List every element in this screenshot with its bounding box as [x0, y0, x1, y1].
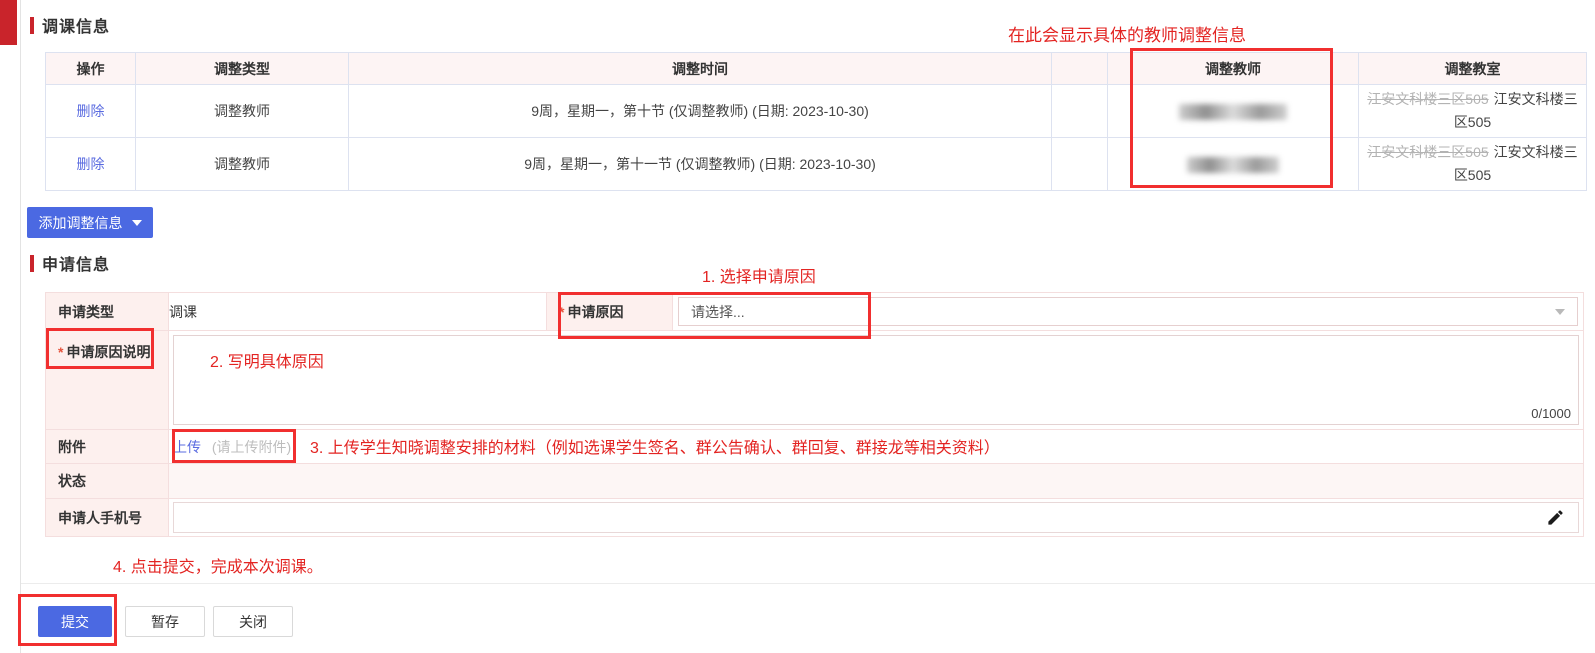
delete-link[interactable]: 删除 — [77, 156, 105, 172]
form-row-type-reason: 申请类型 调课 *申请原因 请选择... — [46, 293, 1584, 331]
form-row-phone: 申请人手机号 — [46, 499, 1584, 537]
attachment-label: 附件 — [46, 430, 169, 464]
apply-type-label: 申请类型 — [46, 293, 169, 331]
cell-adjust-type: 调整教师 — [136, 138, 349, 191]
adjustment-table: 操作 调整类型 调整时间 调整教师 调整教室 删除 调整教师 9周，星期一，第十… — [45, 52, 1587, 191]
phone-input[interactable] — [173, 502, 1579, 533]
section-marker-icon — [30, 17, 34, 34]
delete-link[interactable]: 删除 — [77, 103, 105, 119]
chevron-down-icon — [132, 220, 142, 226]
apply-type-value: 调课 — [169, 293, 547, 331]
table-row: 删除 调整教师 9周，星期一，第十一节 (仅调整教师) (日期: 2023-10… — [46, 138, 1587, 191]
annotation-step2: 2. 写明具体原因 — [210, 348, 324, 372]
cell-adjust-time: 9周，星期一，第十节 (仅调整教师) (日期: 2023-10-30) — [349, 85, 1052, 138]
table-header-row: 操作 调整类型 调整时间 调整教师 调整教室 — [46, 53, 1587, 85]
desc-textarea-cell: 0/1000 — [169, 331, 1584, 430]
select-arrow-icon — [1555, 309, 1565, 315]
upload-hint: (请上传附件) — [212, 439, 291, 455]
left-red-tab — [0, 0, 17, 45]
col-header-adjust-room: 调整教室 — [1359, 53, 1587, 85]
reason-label-cell: *申请原因 — [547, 293, 673, 331]
cell-adjust-teacher — [1108, 138, 1359, 191]
section-title-apply: 申请信息 — [42, 251, 110, 275]
annotation-teacher-info: 在此会显示具体的教师调整信息 — [1008, 21, 1246, 46]
annotation-step3: 3. 上传学生知晓调整安排的材料（例如选课学生签名、群公告确认、群回复、群接龙等… — [310, 434, 1000, 458]
cell-adjust-time: 9周，星期一，第十一节 (仅调整教师) (日期: 2023-10-30) — [349, 138, 1052, 191]
footer-divider — [21, 583, 1595, 584]
section-title-course: 调课信息 — [42, 13, 110, 37]
desc-label-cell: *申请原因说明 — [46, 331, 169, 430]
section-marker-icon — [30, 255, 34, 272]
cell-adjust-type: 调整教师 — [136, 85, 349, 138]
phone-label: 申请人手机号 — [46, 499, 169, 537]
char-counter: 0/1000 — [1531, 406, 1571, 421]
cell-adjust-teacher — [1108, 85, 1359, 138]
add-adjustment-label: 添加调整信息 — [39, 213, 123, 233]
col-header-adjust-teacher: 调整教师 — [1108, 53, 1359, 85]
edit-pencil-icon[interactable] — [1546, 508, 1565, 530]
cell-adjust-room: 江安文科楼三区505江安文科楼三区505 — [1359, 138, 1587, 191]
reason-select-placeholder: 请选择... — [691, 302, 745, 322]
annotation-step1: 1. 选择申请原因 — [702, 263, 816, 287]
cell-action: 删除 — [46, 85, 136, 138]
reason-select-cell: 请选择... — [673, 293, 1584, 331]
cell-action: 删除 — [46, 138, 136, 191]
upload-link[interactable]: 上传 — [173, 439, 201, 455]
cell-empty — [1052, 85, 1108, 138]
col-header-adjust-type: 调整类型 — [136, 53, 349, 85]
desc-label: 申请原因说明 — [66, 344, 150, 360]
status-label: 状态 — [46, 464, 169, 499]
required-mark: * — [58, 344, 63, 360]
panel-left-border — [20, 0, 21, 653]
redacted-teacher-name — [1179, 104, 1287, 120]
room-old-strikethrough: 江安文科楼三区505 — [1367, 91, 1488, 107]
status-value-cell — [169, 464, 1584, 499]
table-row: 删除 调整教师 9周，星期一，第十节 (仅调整教师) (日期: 2023-10-… — [46, 85, 1587, 138]
section-header-apply-info: 申请信息 — [30, 251, 110, 275]
room-old-strikethrough: 江安文科楼三区505 — [1367, 144, 1488, 160]
reason-select[interactable]: 请选择... — [678, 297, 1578, 326]
col-header-empty — [1052, 53, 1108, 85]
form-row-description: *申请原因说明 0/1000 — [46, 331, 1584, 430]
submit-button[interactable]: 提交 — [38, 606, 112, 637]
col-header-adjust-time: 调整时间 — [349, 53, 1052, 85]
redacted-teacher-name — [1187, 157, 1279, 173]
required-mark: * — [559, 304, 564, 320]
form-row-status: 状态 — [46, 464, 1584, 499]
save-draft-button[interactable]: 暂存 — [125, 606, 205, 637]
add-adjustment-button[interactable]: 添加调整信息 — [27, 207, 153, 238]
close-button[interactable]: 关闭 — [213, 606, 293, 637]
reason-description-textarea[interactable]: 0/1000 — [173, 335, 1579, 425]
col-header-action: 操作 — [46, 53, 136, 85]
section-header-course-info: 调课信息 — [30, 13, 110, 37]
reason-label: 申请原因 — [567, 304, 623, 320]
cell-adjust-room: 江安文科楼三区505江安文科楼三区505 — [1359, 85, 1587, 138]
phone-cell — [169, 499, 1584, 537]
application-form: 申请类型 调课 *申请原因 请选择... *申请原因说明 0/1000 附件 上… — [45, 292, 1584, 537]
annotation-step4: 4. 点击提交，完成本次调课。 — [113, 553, 323, 577]
cell-empty — [1052, 138, 1108, 191]
